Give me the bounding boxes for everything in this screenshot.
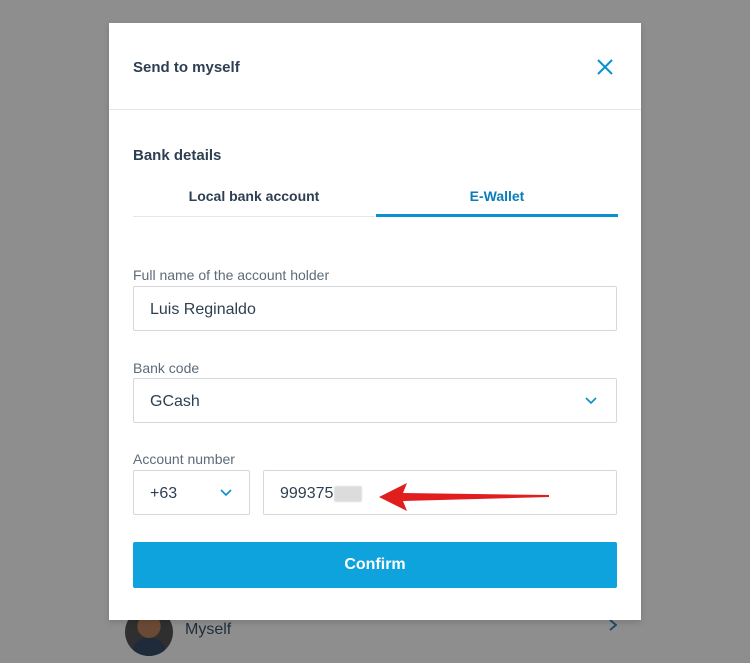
full-name-field[interactable]: Luis Reginaldo	[133, 286, 617, 331]
redacted-digits	[334, 486, 362, 502]
country-code-select[interactable]: +63	[133, 470, 250, 515]
send-to-myself-dialog: Send to myself Bank details Local bank a…	[109, 23, 641, 620]
account-type-tabs: Local bank account E-Wallet	[133, 185, 618, 217]
tab-local-bank-account[interactable]: Local bank account	[133, 185, 375, 217]
dialog-title: Send to myself	[133, 59, 240, 76]
close-icon[interactable]	[593, 55, 617, 79]
section-title: Bank details	[133, 147, 222, 164]
annotation-arrow-icon	[379, 483, 549, 511]
account-number-value: 999375	[280, 485, 334, 502]
full-name-value: Luis Reginaldo	[150, 301, 256, 318]
country-code-value: +63	[150, 485, 178, 502]
confirm-button[interactable]: Confirm	[133, 542, 617, 588]
dialog-header: Send to myself	[109, 23, 641, 110]
bank-code-select[interactable]: GCash	[133, 378, 617, 423]
bank-code-value: GCash	[150, 393, 200, 410]
chevron-right-icon	[609, 619, 618, 631]
chevron-down-icon	[585, 397, 597, 405]
tab-e-wallet[interactable]: E-Wallet	[376, 185, 618, 217]
account-number-label: Account number	[133, 451, 235, 467]
chevron-down-icon	[220, 489, 232, 497]
recipient-name: Myself	[185, 621, 232, 638]
bank-code-label: Bank code	[133, 360, 200, 376]
full-name-label: Full name of the account holder	[133, 267, 330, 283]
